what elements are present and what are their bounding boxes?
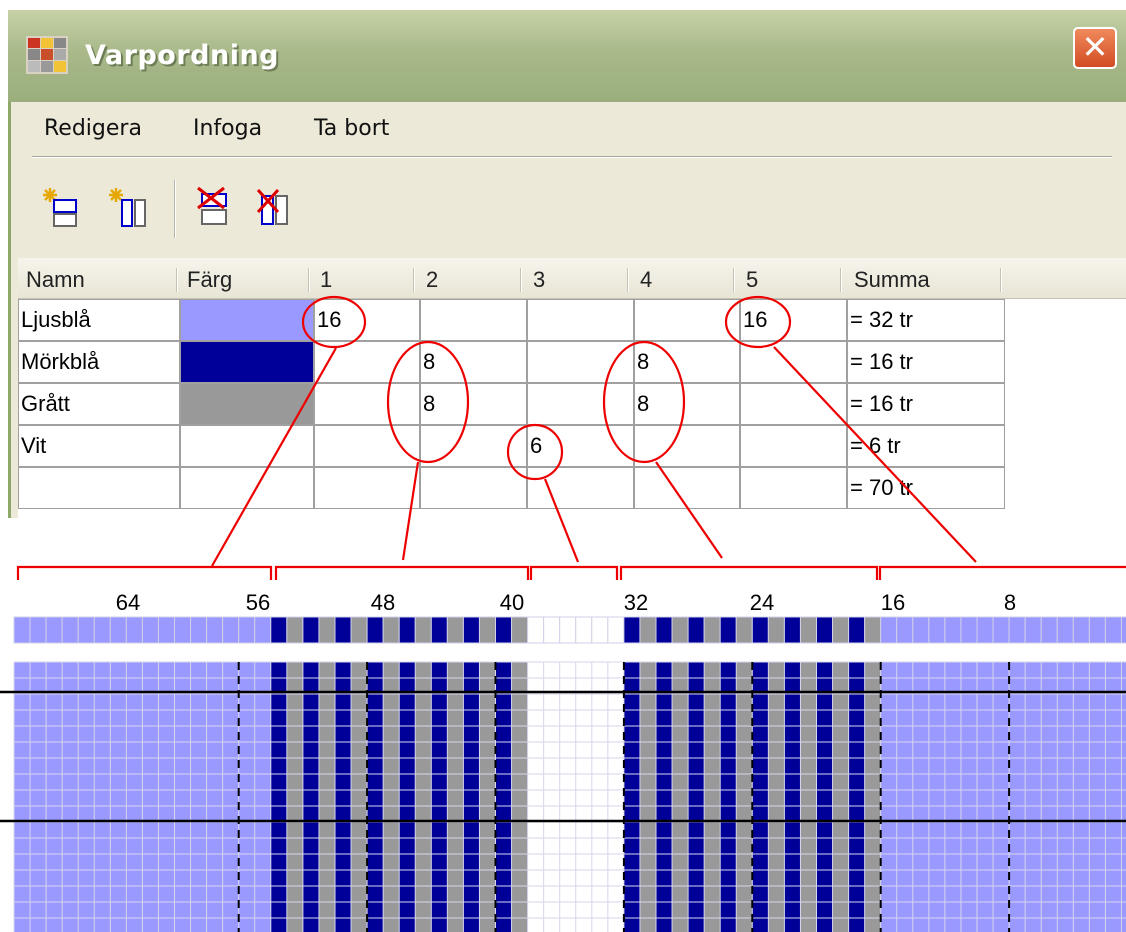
annotation-bracket (619, 565, 879, 580)
annotation-circle (724, 295, 792, 349)
annotation-circle (386, 340, 470, 464)
annotation-circle (506, 423, 564, 481)
annotation-line (401, 461, 420, 561)
annotation-bracket (529, 565, 619, 580)
annotation-line (773, 346, 977, 563)
annotation-line (655, 461, 723, 559)
annotation-line (211, 347, 337, 567)
annotation-overlay (16, 295, 1126, 580)
annotation-circle (602, 340, 686, 464)
annotation-bracket (274, 565, 530, 580)
annotation-line (543, 478, 580, 563)
annotation-bracket (878, 565, 1126, 580)
annotation-circle (301, 295, 367, 349)
annotation-bracket (16, 565, 273, 580)
